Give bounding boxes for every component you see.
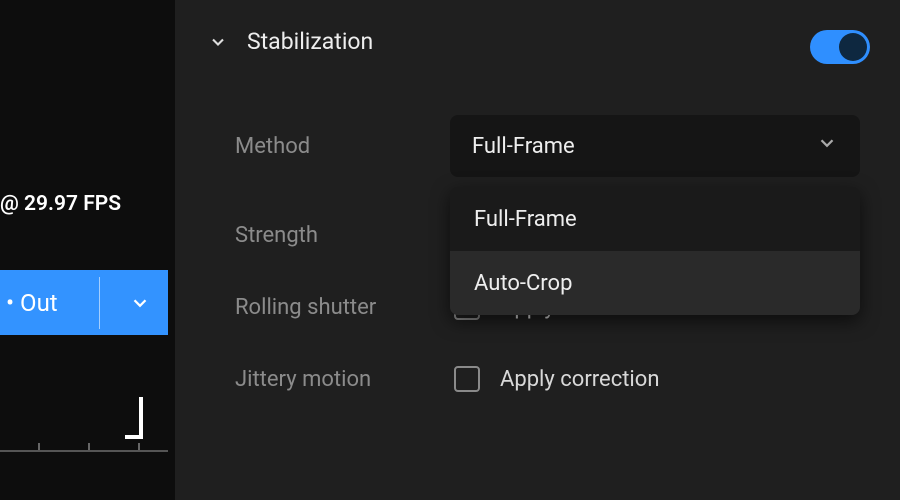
method-selected-value: Full-Frame [472, 134, 575, 159]
playhead[interactable] [125, 397, 143, 439]
chevron-down-icon [129, 292, 151, 314]
timeline-track [0, 450, 168, 452]
method-control: Full-Frame Full-Frame Auto-Crop [450, 115, 860, 177]
mark-out-dropdown[interactable] [112, 292, 168, 314]
jittery-motion-checkbox[interactable] [454, 366, 480, 392]
section-disclosure[interactable] [205, 29, 231, 55]
method-label: Method [235, 134, 440, 159]
jittery-motion-row: Jittery motion Apply correction [235, 366, 870, 392]
jittery-motion-label: Jittery motion [235, 367, 440, 392]
method-dropdown: Full-Frame Auto-Crop [450, 187, 860, 315]
fps-readout: @ 29.97 FPS [0, 192, 121, 216]
rolling-shutter-label: Rolling shutter [235, 295, 440, 320]
timeline[interactable] [0, 395, 168, 455]
section-title: Stabilization [247, 28, 373, 55]
strength-label: Strength [235, 223, 440, 248]
left-panel: @ 29.97 FPS • Out [0, 0, 175, 500]
form-rows: Method Full-Frame Full-Frame Auto-Crop [205, 115, 870, 392]
app-root: @ 29.97 FPS • Out Stabilization [0, 0, 900, 500]
method-option-full-frame[interactable]: Full-Frame [450, 187, 860, 251]
mark-out-label: • Out [0, 289, 99, 317]
stabilization-toggle[interactable] [810, 30, 870, 64]
toggle-knob [839, 33, 867, 61]
inspector-panel: Stabilization Method Full-Frame Full-Fra… [175, 0, 900, 500]
chevron-down-icon [816, 132, 838, 154]
method-option-auto-crop[interactable]: Auto-Crop [450, 251, 860, 315]
method-row: Method Full-Frame Full-Frame Auto-Crop [235, 115, 870, 177]
divider [99, 277, 100, 329]
jittery-motion-checkbox-label: Apply correction [500, 367, 659, 392]
select-caret [816, 132, 838, 160]
jittery-motion-control: Apply correction [450, 366, 659, 392]
section-header: Stabilization [205, 28, 870, 55]
mark-out-button[interactable]: • Out [0, 270, 168, 335]
chevron-down-icon [208, 32, 228, 52]
method-select[interactable]: Full-Frame [450, 115, 860, 177]
